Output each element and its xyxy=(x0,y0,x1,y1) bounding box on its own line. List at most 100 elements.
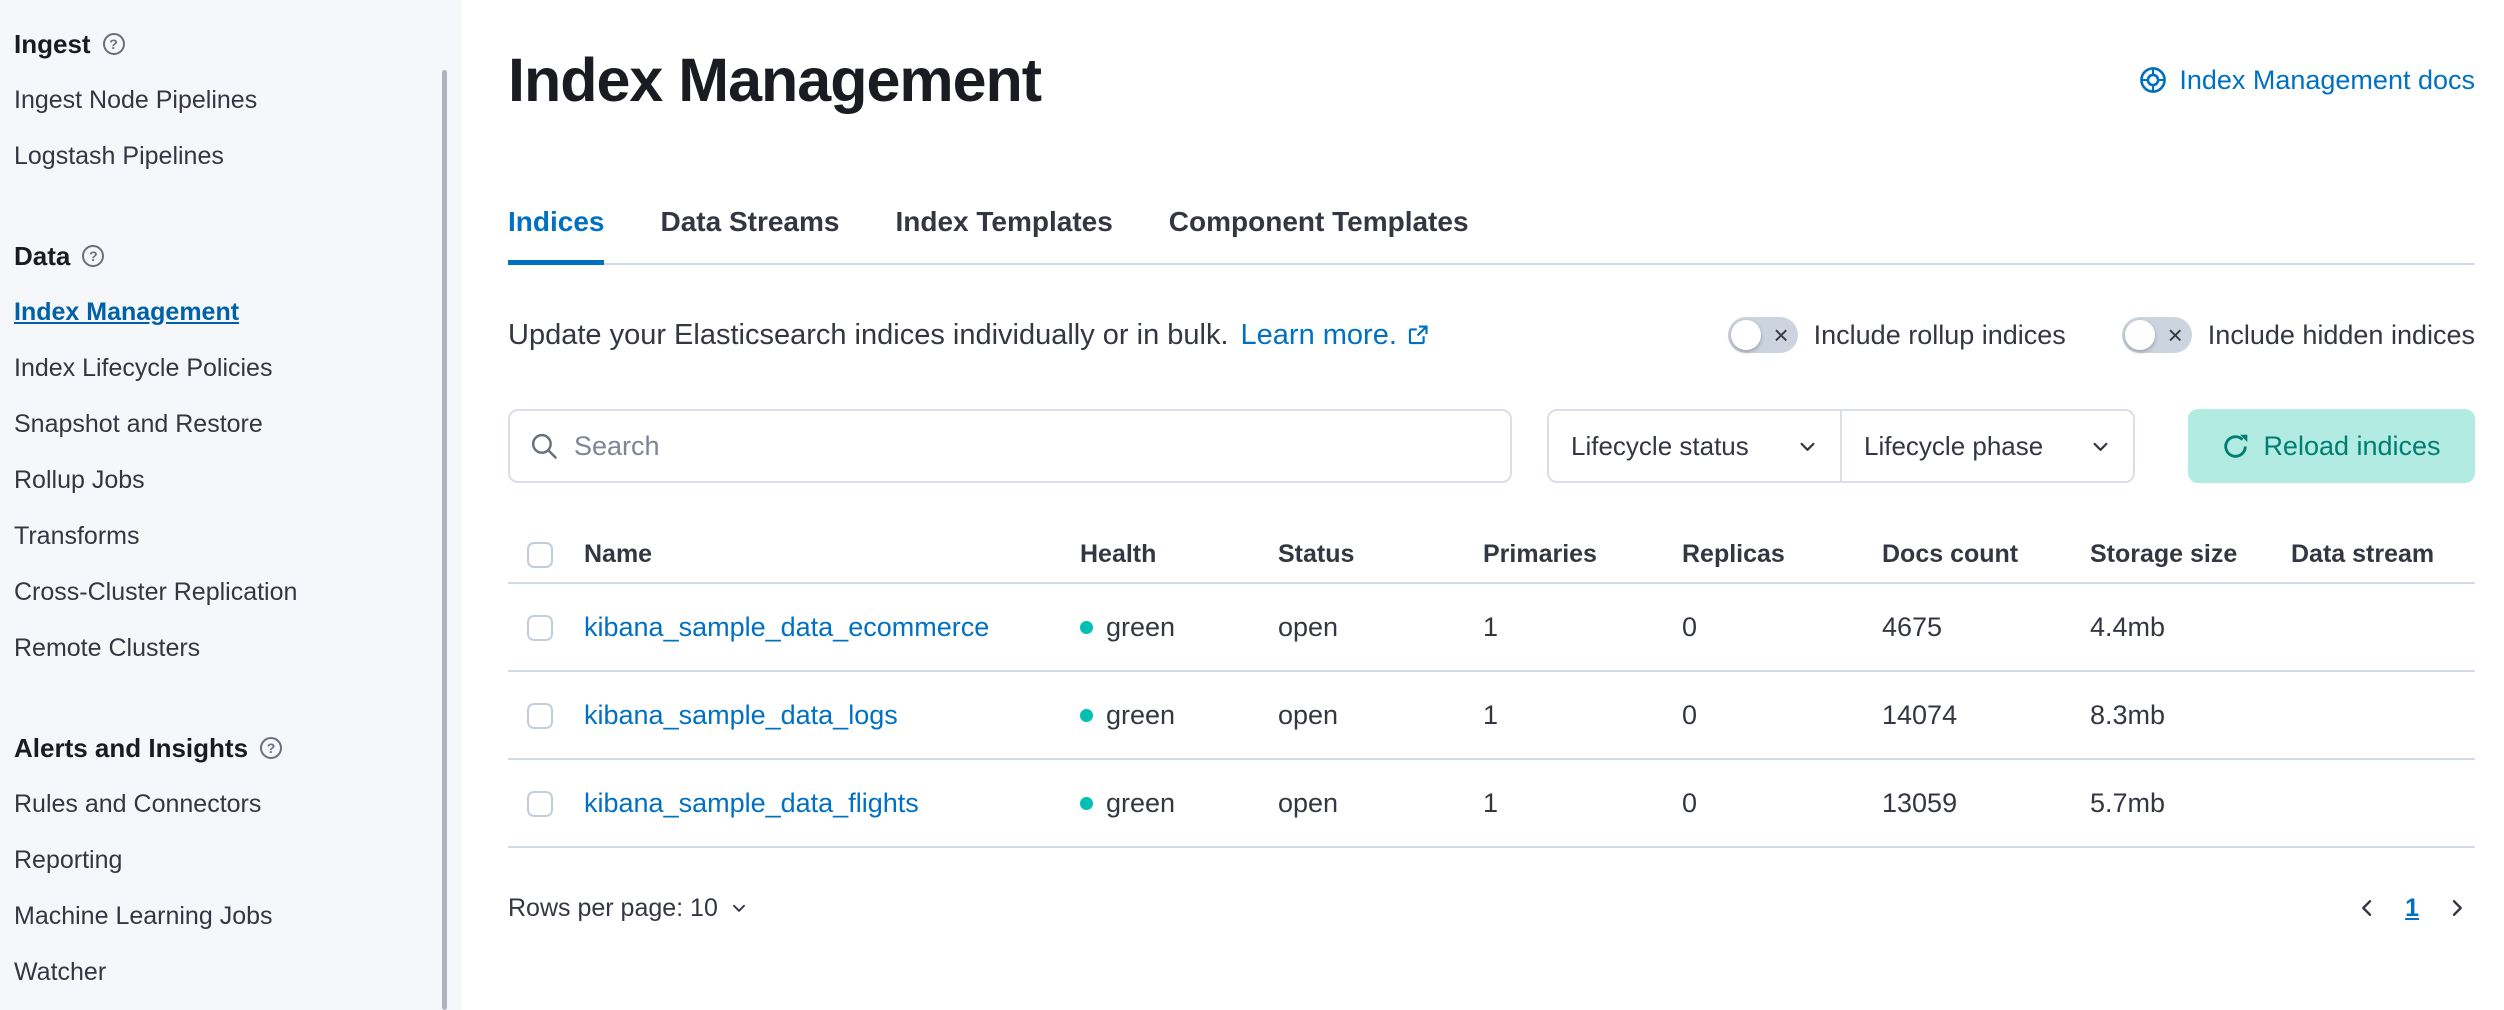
column-header-storage-size: Storage size xyxy=(2090,540,2291,569)
tab-bar: Indices Data Streams Index Templates Com… xyxy=(508,205,2475,265)
indices-table: Name Health Status Primaries Replicas Do… xyxy=(508,527,2475,848)
index-name-link[interactable]: kibana_sample_data_ecommerce xyxy=(584,612,989,642)
sidebar-item-watcher[interactable]: Watcher xyxy=(14,944,421,1000)
section-title-text: Alerts and Insights xyxy=(14,733,248,764)
chevron-down-icon xyxy=(2090,436,2111,457)
row-checkbox[interactable] xyxy=(527,791,553,817)
health-value: green xyxy=(1106,612,1175,643)
previous-page-button[interactable] xyxy=(2355,896,2379,920)
toggle-off-x-icon: × xyxy=(1773,322,1788,348)
rows-per-page-button[interactable]: Rows per page: 10 xyxy=(508,894,748,923)
storage-size-value: 4.4mb xyxy=(2090,612,2291,643)
column-header-name: Name xyxy=(584,540,1080,569)
search-input[interactable] xyxy=(574,431,1490,462)
tab-data-streams[interactable]: Data Streams xyxy=(660,205,839,263)
reload-indices-button[interactable]: Reload indices xyxy=(2188,409,2475,483)
include-rollup-indices-toggle[interactable]: × xyxy=(1728,317,1798,353)
pager: 1 xyxy=(2355,894,2475,923)
question-circle-icon: ? xyxy=(103,33,125,55)
table-header-row: Name Health Status Primaries Replicas Do… xyxy=(508,527,2475,584)
sidebar-section-title-ingest: Ingest ? xyxy=(14,16,421,72)
tab-index-templates[interactable]: Index Templates xyxy=(895,205,1112,263)
column-header-replicas: Replicas xyxy=(1682,540,1882,569)
sidebar-item-remote-clusters[interactable]: Remote Clusters xyxy=(14,620,421,676)
row-checkbox[interactable] xyxy=(527,703,553,729)
help-ring-icon xyxy=(2139,66,2167,94)
chevron-right-icon xyxy=(2445,896,2469,920)
health-dot-icon xyxy=(1080,797,1093,810)
search-icon xyxy=(530,432,558,460)
learn-more-label: Learn more. xyxy=(1241,319,1397,352)
docs-link-label: Index Management docs xyxy=(2179,65,2475,96)
select-all-checkbox[interactable] xyxy=(527,542,553,568)
rows-per-page-label: Rows per page: 10 xyxy=(508,894,718,923)
docs-count-value: 13059 xyxy=(1882,788,2090,819)
toggle-thumb xyxy=(2125,320,2155,350)
lifecycle-status-filter[interactable]: Lifecycle status xyxy=(1549,411,1842,481)
sidebar-item-snapshot-and-restore[interactable]: Snapshot and Restore xyxy=(14,396,421,452)
primaries-value: 1 xyxy=(1483,700,1682,731)
sidebar-item-index-management[interactable]: Index Management xyxy=(14,284,421,340)
include-hidden-indices-toggle[interactable]: × xyxy=(2122,317,2192,353)
reload-indices-label: Reload indices xyxy=(2263,431,2440,462)
primaries-value: 1 xyxy=(1483,612,1682,643)
question-circle-icon: ? xyxy=(82,245,104,267)
page-header: Index Management Index Management docs xyxy=(508,40,2475,120)
table-row: kibana_sample_data_flights green open 1 … xyxy=(508,760,2475,848)
search-box xyxy=(508,409,1512,483)
sidebar-item-logstash-pipelines[interactable]: Logstash Pipelines xyxy=(14,128,421,184)
status-value: open xyxy=(1278,612,1483,643)
intro-row: Update your Elasticsearch indices indivi… xyxy=(508,317,2475,353)
index-name-link[interactable]: kibana_sample_data_logs xyxy=(584,700,898,730)
sidebar: Ingest ? Ingest Node Pipelines Logstash … xyxy=(0,0,461,1010)
lifecycle-status-label: Lifecycle status xyxy=(1571,431,1749,462)
docs-link[interactable]: Index Management docs xyxy=(2139,65,2475,96)
docs-count-value: 4675 xyxy=(1882,612,2090,643)
refresh-icon xyxy=(2222,433,2249,460)
filter-group: Lifecycle status Lifecycle phase xyxy=(1547,409,2135,483)
sidebar-section-alerts-and-insights: Alerts and Insights ? Rules and Connecto… xyxy=(14,720,421,1000)
sidebar-item-index-lifecycle-policies[interactable]: Index Lifecycle Policies xyxy=(14,340,421,396)
learn-more-link[interactable]: Learn more. xyxy=(1241,319,1429,352)
sidebar-item-rollup-jobs[interactable]: Rollup Jobs xyxy=(14,452,421,508)
column-header-primaries: Primaries xyxy=(1483,540,1682,569)
toggle-thumb xyxy=(1731,320,1761,350)
sidebar-item-transforms[interactable]: Transforms xyxy=(14,508,421,564)
sidebar-item-machine-learning-jobs[interactable]: Machine Learning Jobs xyxy=(14,888,421,944)
health-dot-icon xyxy=(1080,621,1093,634)
sidebar-item-ingest-node-pipelines[interactable]: Ingest Node Pipelines xyxy=(14,72,421,128)
sidebar-section-data: Data ? Index Management Index Lifecycle … xyxy=(14,228,421,676)
chevron-left-icon xyxy=(2355,896,2379,920)
column-header-data-stream: Data stream xyxy=(2291,540,2475,569)
intro-description: Update your Elasticsearch indices indivi… xyxy=(508,319,1229,352)
page-number-1[interactable]: 1 xyxy=(2405,894,2419,923)
toggle-off-x-icon: × xyxy=(2168,322,2183,348)
health-value: green xyxy=(1106,788,1175,819)
sidebar-scrollbar[interactable] xyxy=(442,70,447,1010)
row-checkbox[interactable] xyxy=(527,615,553,641)
lifecycle-phase-filter[interactable]: Lifecycle phase xyxy=(1842,411,2133,481)
sidebar-item-reporting[interactable]: Reporting xyxy=(14,832,421,888)
status-value: open xyxy=(1278,788,1483,819)
table-row: kibana_sample_data_logs green open 1 0 1… xyxy=(508,672,2475,760)
status-value: open xyxy=(1278,700,1483,731)
replicas-value: 0 xyxy=(1682,700,1882,731)
lifecycle-phase-label: Lifecycle phase xyxy=(1864,431,2043,462)
hidden-toggle-label[interactable]: Include hidden indices xyxy=(2208,320,2475,351)
next-page-button[interactable] xyxy=(2445,896,2469,920)
index-name-link[interactable]: kibana_sample_data_flights xyxy=(584,788,919,818)
sidebar-section-ingest: Ingest ? Ingest Node Pipelines Logstash … xyxy=(14,16,421,184)
sidebar-item-rules-and-connectors[interactable]: Rules and Connectors xyxy=(14,776,421,832)
storage-size-value: 5.7mb xyxy=(2090,788,2291,819)
rollup-toggle-label[interactable]: Include rollup indices xyxy=(1814,320,2066,351)
section-title-text: Data xyxy=(14,241,70,272)
replicas-value: 0 xyxy=(1682,788,1882,819)
column-header-status: Status xyxy=(1278,540,1483,569)
table-row: kibana_sample_data_ecommerce green open … xyxy=(508,584,2475,672)
column-header-health: Health xyxy=(1080,540,1278,569)
sidebar-item-cross-cluster-replication[interactable]: Cross-Cluster Replication xyxy=(14,564,421,620)
chevron-down-icon xyxy=(730,899,748,917)
toggle-controls: × Include rollup indices × Include hidde… xyxy=(1728,317,2475,353)
tab-indices[interactable]: Indices xyxy=(508,205,604,263)
tab-component-templates[interactable]: Component Templates xyxy=(1169,205,1469,263)
